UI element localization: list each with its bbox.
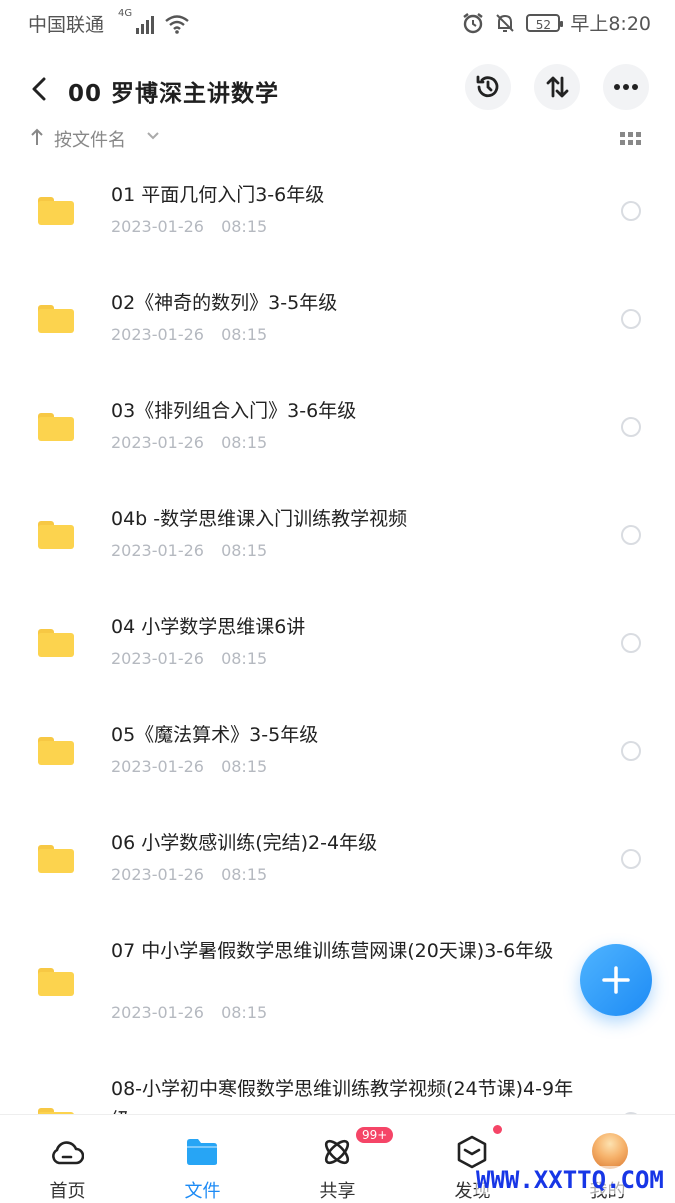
clock: 早上8:20 [570, 13, 651, 35]
folder-row[interactable]: 04b -数学思维课入门训练教学视频 2023-01-26 08:15 [0, 486, 675, 594]
history-button[interactable] [465, 64, 511, 110]
folder-name: 05《魔法算术》3-5年级 [111, 724, 319, 746]
folder-date: 2023-01-26 08:15 [111, 325, 268, 344]
more-button[interactable] [603, 64, 649, 110]
folder-row[interactable]: 07 中小学暑假数学思维训练营网课(20天课)3-6年级 2023-01-26 … [0, 918, 675, 1056]
atom-share-icon [320, 1135, 354, 1169]
folder-row[interactable]: 01 平面几何入门3-6年级 2023-01-26 08:15 [0, 162, 675, 270]
cloud-home-icon [50, 1135, 84, 1169]
header: 00 罗博深主讲数学 [0, 60, 675, 120]
nav-files-label: 文件 [184, 1181, 221, 1202]
nav-home[interactable]: 首页 [0, 1115, 135, 1202]
folder-date: 2023-01-26 08:15 [111, 217, 268, 236]
signal-icon [136, 16, 155, 34]
folder-icon [38, 413, 74, 441]
folder-date: 2023-01-26 08:15 [111, 757, 268, 776]
nav-share-label: 共享 [319, 1181, 356, 1202]
folder-row[interactable]: 02《神奇的数列》3-5年级 2023-01-26 08:15 [0, 270, 675, 378]
cube-discover-icon [455, 1135, 489, 1169]
history-icon [476, 75, 499, 98]
select-checkbox[interactable] [621, 309, 641, 329]
sort-button[interactable] [534, 64, 580, 110]
folder-icon [38, 629, 74, 657]
folder-icon [38, 968, 74, 996]
folder-row[interactable]: 05《魔法算术》3-5年级 2023-01-26 08:15 [0, 702, 675, 810]
status-bar: 中国联通 4G 52 早上8:20 [0, 0, 675, 46]
nav-files[interactable]: 文件 [135, 1115, 270, 1202]
select-checkbox[interactable] [621, 849, 641, 869]
sort-direction-icon [31, 128, 43, 145]
folder-date: 2023-01-26 08:15 [111, 649, 268, 668]
folder-row[interactable]: 04 小学数学思维课6讲 2023-01-26 08:15 [0, 594, 675, 702]
notification-dot [493, 1125, 502, 1134]
chevron-down-icon [147, 132, 159, 140]
nav-home-label: 首页 [49, 1181, 86, 1202]
file-list: 01 平面几何入门3-6年级 2023-01-26 08:15 02《神奇的数列… [0, 162, 675, 1114]
plus-icon [602, 966, 630, 994]
folder-row[interactable]: 03《排列组合入门》3-6年级 2023-01-26 08:15 [0, 378, 675, 486]
folder-date: 2023-01-26 08:15 [111, 865, 268, 884]
folder-name: 01 平面几何入门3-6年级 [111, 184, 325, 206]
status-right-group: 52 早上8:20 [462, 9, 651, 36]
wifi-icon [165, 15, 189, 34]
back-button[interactable] [22, 72, 56, 106]
folder-icon [38, 305, 74, 333]
add-button[interactable] [580, 944, 652, 1016]
notification-badge: 99+ [354, 1125, 396, 1145]
sort-updown-icon [546, 76, 569, 98]
folder-name: 02《神奇的数列》3-5年级 [111, 292, 338, 314]
battery-icon: 52 [526, 13, 564, 32]
select-checkbox[interactable] [621, 525, 641, 545]
select-checkbox[interactable] [621, 201, 641, 221]
folder-row[interactable]: 08-小学初中寒假数学思维训练教学视频(24节课)4-9年级 [0, 1056, 675, 1114]
watermark: WWW.XXTTQ.COM [476, 1166, 664, 1194]
network-type-label: 4G [118, 8, 133, 19]
network-indicators: 4G [118, 8, 190, 34]
folder-row[interactable]: 06 小学数感训练(完结)2-4年级 2023-01-26 08:15 [0, 810, 675, 918]
more-icon [614, 84, 638, 90]
folder-icon [38, 845, 74, 873]
page-title: 00 罗博深主讲数学 [68, 81, 280, 107]
sort-label[interactable]: 按文件名 [54, 126, 126, 152]
folder-date: 2023-01-26 08:15 [111, 433, 268, 452]
folder-icon [38, 197, 74, 225]
select-checkbox[interactable] [621, 417, 641, 437]
folder-icon [38, 521, 74, 549]
folder-name: 06 小学数感训练(完结)2-4年级 [111, 832, 378, 854]
folder-name: 03《排列组合入门》3-6年级 [111, 400, 357, 422]
folder-name: 04 小学数学思维课6讲 [111, 616, 306, 638]
folder-date: 2023-01-26 08:15 [111, 1003, 268, 1022]
folder-icon [185, 1135, 219, 1169]
carrier-label: 中国联通 [28, 14, 105, 36]
grid-view-icon[interactable] [620, 132, 642, 146]
select-checkbox[interactable] [621, 741, 641, 761]
mute-bell-icon [496, 13, 515, 32]
folder-name: 04b -数学思维课入门训练教学视频 [111, 508, 408, 530]
folder-name: 07 中小学暑假数学思维训练营网课(20天课)3-6年级 [111, 940, 554, 962]
folder-date: 2023-01-26 08:15 [111, 541, 268, 560]
alarm-icon [463, 12, 484, 33]
avatar [592, 1133, 628, 1169]
select-checkbox[interactable] [621, 633, 641, 653]
nav-share[interactable]: 99+ 共享 [270, 1115, 405, 1202]
sort-bar[interactable]: 按文件名 [0, 124, 675, 154]
back-arrow-icon [32, 77, 46, 101]
folder-icon [38, 737, 74, 765]
folder-name: 08-小学初中寒假数学思维训练教学视频(24节课)4-9年级 [111, 1078, 574, 1114]
